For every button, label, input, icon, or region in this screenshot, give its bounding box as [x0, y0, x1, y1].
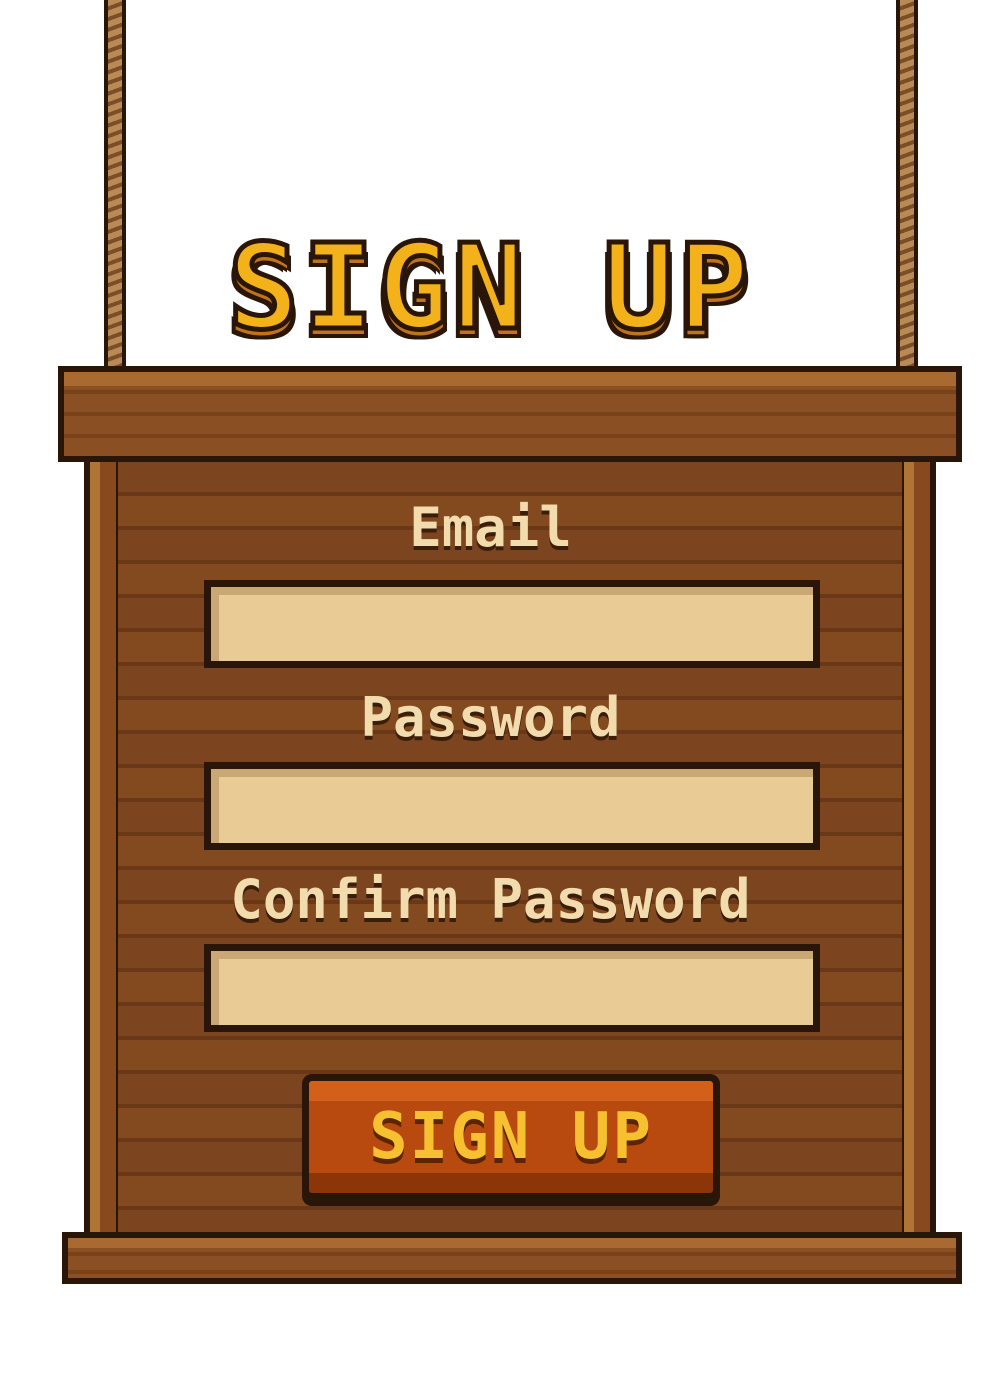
confirm-password-label: Confirm Password — [230, 868, 751, 931]
email-label: Email — [409, 496, 572, 559]
signup-button-label: SIGN UP — [369, 1100, 653, 1174]
right-wooden-post — [898, 456, 936, 1238]
signup-button[interactable]: SIGN UP — [302, 1074, 720, 1200]
confirm-password-field[interactable] — [204, 944, 820, 1032]
password-field[interactable] — [204, 762, 820, 850]
page-title: SIGN UP — [225, 218, 754, 356]
left-wooden-post — [84, 456, 122, 1238]
email-field[interactable] — [204, 580, 820, 668]
bottom-wooden-beam — [62, 1232, 962, 1284]
top-wooden-beam — [58, 366, 962, 462]
password-label: Password — [360, 686, 621, 749]
